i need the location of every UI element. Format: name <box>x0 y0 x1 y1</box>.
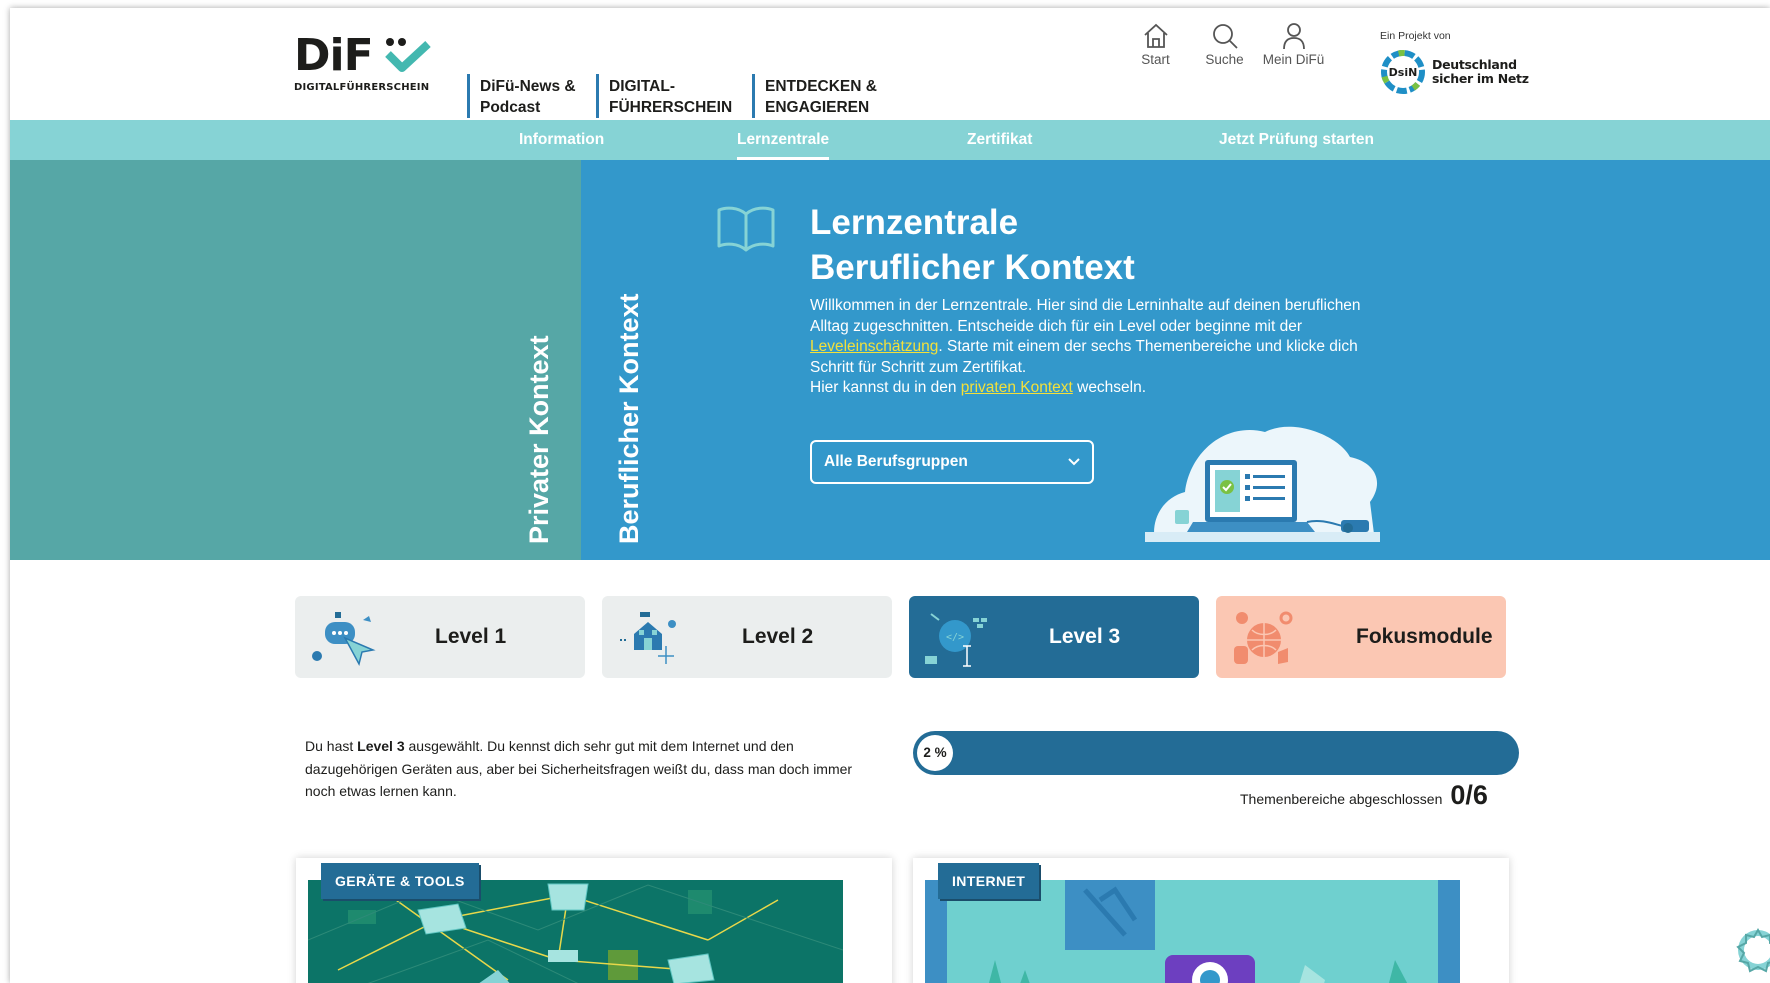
business-context-tab[interactable]: Beruflicher Kontext <box>614 293 645 544</box>
berufsgruppen-select[interactable]: Alle Berufsgruppen <box>810 440 1094 484</box>
leveleinschaetzung-link[interactable]: Leveleinschätzung <box>810 338 938 355</box>
level-description: Du hast Level 3 ausgewählt. Du kennst di… <box>305 735 865 803</box>
house-network-icon <box>620 612 676 664</box>
tab-lernzentrale[interactable]: Lernzentrale <box>737 120 830 160</box>
logo-subtitle: DIGITALFÜHRERSCHEIN <box>294 82 430 93</box>
search-icon <box>1212 24 1238 49</box>
geraete-tools-tag: GERÄTE & TOOLS <box>321 863 479 899</box>
internet-tag: INTERNET <box>938 863 1040 899</box>
completed-value: 0/6 <box>1450 780 1488 810</box>
progress-bar: 2 % <box>913 731 1519 775</box>
chevron-down-icon <box>1068 458 1080 466</box>
partner-caption: Ein Projekt von <box>1380 30 1451 42</box>
open-book-icon <box>717 206 775 252</box>
hero-intro-text: Willkommen in der Lernzentrale. Hier sin… <box>810 296 1390 399</box>
description-level: Level 3 <box>357 738 405 754</box>
partner-name: Deutschland sicher im Netz <box>1432 57 1529 86</box>
main-nav-news[interactable]: DiFü-News & Podcast <box>467 74 596 118</box>
hero-text-part: Willkommen in der Lernzentrale. Hier sin… <box>810 297 1361 335</box>
level-1-card[interactable]: Level 1 <box>295 596 585 678</box>
progress-percent: 2 % <box>917 735 953 771</box>
completed-label: Themenbereiche abgeschlossen <box>1240 791 1443 807</box>
logo-check-icon <box>385 38 431 72</box>
tab-pruefung-starten[interactable]: Jetzt Prüfung starten <box>1219 120 1374 160</box>
berufsgruppen-select-value: Alle Berufsgruppen <box>824 453 968 470</box>
fokusmodule-label: Fokusmodule <box>1356 625 1493 648</box>
mein-difue-link[interactable]: Mein DiFü <box>1259 16 1328 67</box>
site-header: DiF DIGITALFÜHRERSCHEIN DiFü-News & Podc… <box>10 8 1770 120</box>
hero-private-panel[interactable] <box>10 160 581 560</box>
main-nav-entdecken[interactable]: ENTDECKEN & ENGAGIEREN <box>752 74 893 118</box>
fokusmodule-card[interactable]: Fokusmodule <box>1216 596 1506 678</box>
completed-themes: Themenbereiche abgeschlossen 0/6 <box>1240 780 1488 811</box>
globe-database-icon <box>1234 611 1293 664</box>
sub-nav: Information Lernzentrale Zertifikat Jetz… <box>10 120 1770 160</box>
laptop-illustration <box>1145 426 1380 542</box>
hero-title-line2: Beruflicher Kontext <box>810 248 1135 287</box>
level-2-card[interactable]: Level 2 <box>602 596 892 678</box>
dsin-logo-icon: DsiN <box>1381 50 1425 94</box>
start-label: Start <box>1141 52 1170 67</box>
svg-text:</>: </> <box>946 632 964 643</box>
hero-text-part: Hier kannst du in den <box>810 379 961 396</box>
private-context-link[interactable]: privaten Kontext <box>961 379 1073 396</box>
level-3-card[interactable]: </> Level 3 <box>909 596 1199 678</box>
search-link[interactable]: Suche <box>1190 16 1259 67</box>
page: DiF DIGITALFÜHRERSCHEIN DiFü-News & Podc… <box>10 8 1770 983</box>
dsin-badge: DsiN <box>1389 66 1418 79</box>
hero-title: Lernzentrale Beruflicher Kontext <box>810 200 1135 290</box>
main-nav: DiFü-News & Podcast DIGITAL- FÜHRERSCHEI… <box>467 74 893 118</box>
hero-title-line1: Lernzentrale <box>810 203 1019 242</box>
level-3-label: Level 3 <box>1049 625 1121 648</box>
icon-nav: Start Suche Mein DiFü <box>1121 16 1328 67</box>
level-1-label: Level 1 <box>435 625 507 648</box>
description-text: Du hast <box>305 738 358 754</box>
hero-text-part: wechseln. <box>1072 379 1147 396</box>
cookie-settings-icon[interactable] <box>1734 925 1770 975</box>
start-link[interactable]: Start <box>1121 16 1190 67</box>
home-icon <box>1143 23 1168 48</box>
main-nav-digitalfuehrerschein[interactable]: DIGITAL- FÜHRERSCHEIN <box>596 74 752 118</box>
partner-dsin[interactable]: Ein Projekt von DsiN Deutschland sicher … <box>1380 30 1529 95</box>
tab-zertifikat[interactable]: Zertifikat <box>967 120 1032 160</box>
private-context-tab[interactable]: Privater Kontext <box>524 335 555 544</box>
difue-logo[interactable]: DiF DIGITALFÜHRERSCHEIN <box>294 34 431 93</box>
search-label: Suche <box>1205 52 1244 67</box>
tab-information[interactable]: Information <box>519 120 604 160</box>
level-2-label: Level 2 <box>742 625 814 648</box>
user-icon <box>1282 23 1305 50</box>
mein-difue-label: Mein DiFü <box>1262 52 1325 67</box>
code-globe-icon: </> <box>925 613 987 667</box>
chat-cursor-icon <box>312 612 376 667</box>
